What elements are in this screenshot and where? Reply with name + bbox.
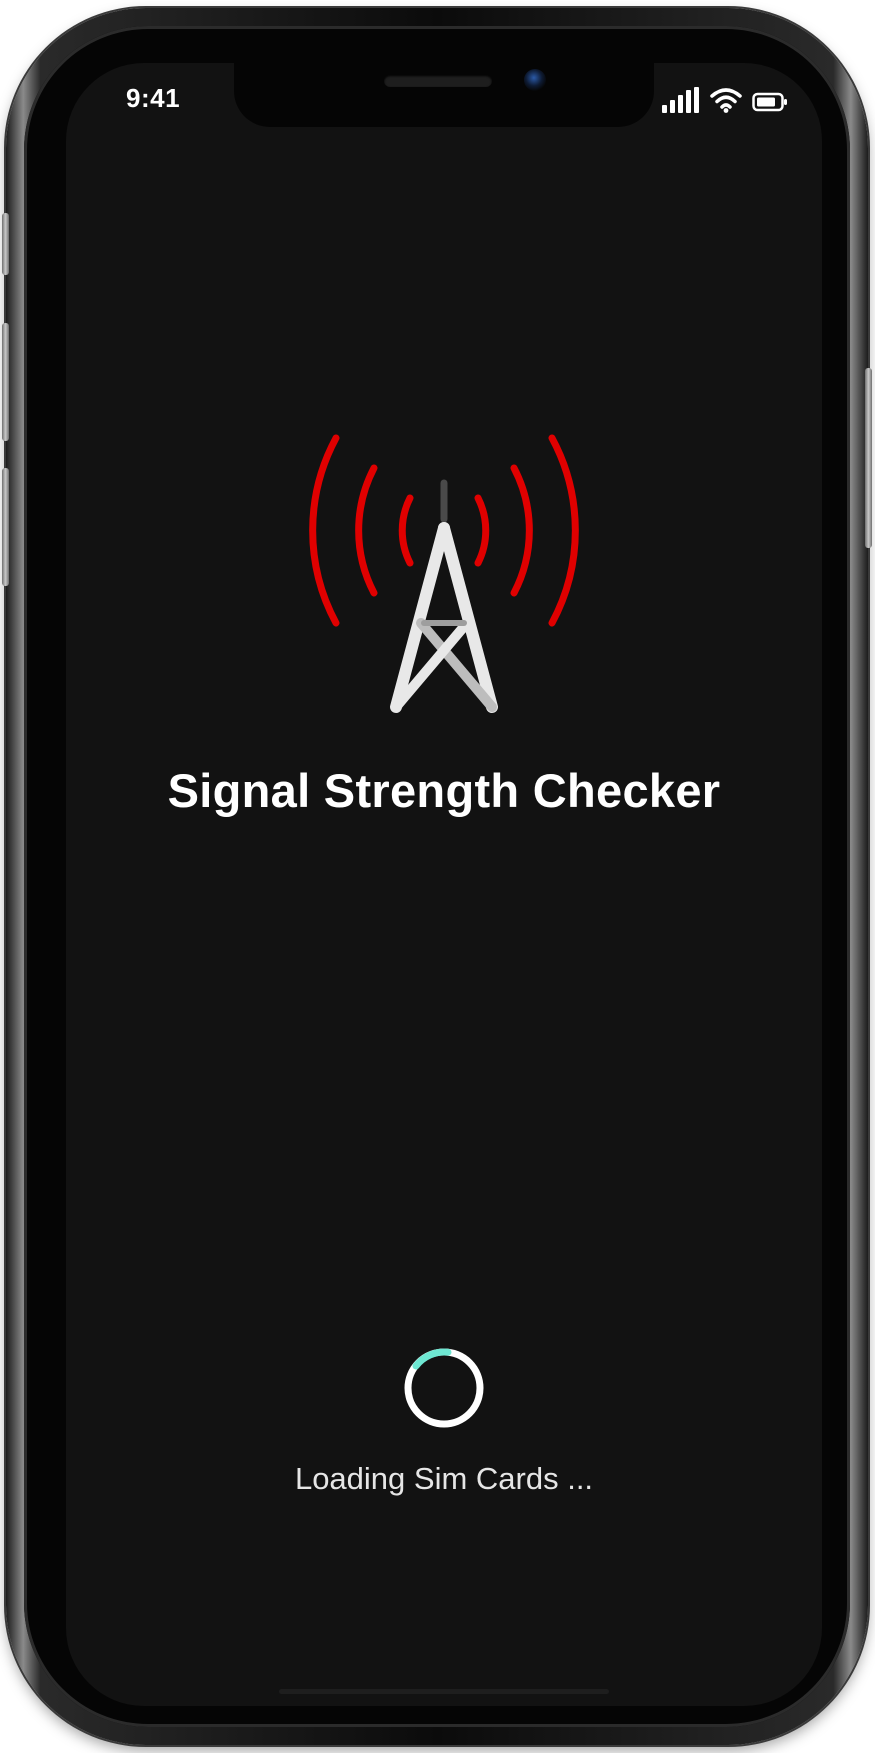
- app-title: Signal Strength Checker: [167, 764, 721, 817]
- front-camera: [524, 69, 546, 91]
- volume-up-button: [2, 323, 9, 441]
- power-button: [865, 368, 872, 548]
- cellular-signal-icon: [662, 87, 699, 113]
- battery-icon: [752, 92, 787, 112]
- radio-tower-icon: [309, 434, 579, 713]
- notch: [234, 63, 654, 127]
- status-icons: [662, 83, 788, 113]
- tower-structure: [390, 479, 498, 713]
- phone-frame: 9:41 Signal Strength Checker Loading Sim…: [2, 8, 872, 1745]
- loading-status-text: Loading Sim Cards ...: [294, 1461, 594, 1496]
- signal-waves-left: [309, 434, 414, 627]
- loading-spinner: [404, 1348, 484, 1428]
- home-indicator[interactable]: [279, 1689, 609, 1694]
- earpiece-speaker: [384, 75, 492, 87]
- status-bar: 9:41: [66, 63, 822, 133]
- volume-down-button: [2, 468, 9, 586]
- wifi-icon: [710, 88, 742, 113]
- status-time: 9:41: [126, 83, 181, 113]
- silent-switch: [2, 213, 9, 275]
- app-screen: 9:41 Signal Strength Checker Loading Sim…: [66, 63, 822, 1706]
- signal-waves-right: [474, 434, 579, 627]
